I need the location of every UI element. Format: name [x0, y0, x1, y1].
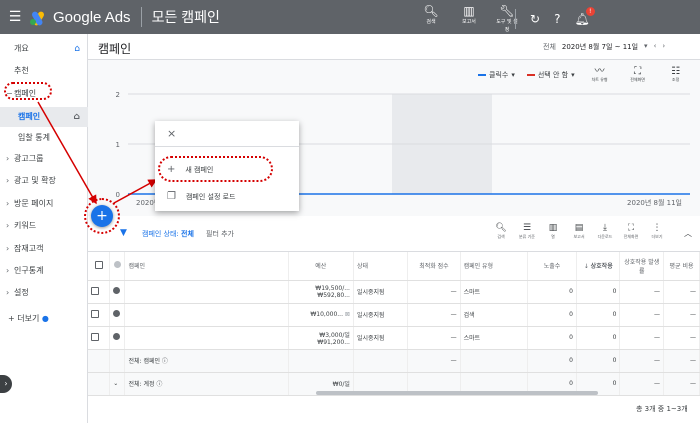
close-icon[interactable]: × [167, 127, 176, 140]
load-campaign-settings-menu-item[interactable]: ❐ 캠페인 설정 로드 [167, 191, 236, 202]
menu-item-label: 캠페인 설정 로드 [185, 192, 236, 201]
chevron-right-icon: › [4, 379, 8, 388]
copy-icon: ❐ [167, 191, 176, 202]
divider [155, 146, 299, 147]
annotation-ring-new-campaign [158, 156, 273, 182]
annotation-arrows [37, 101, 158, 205]
